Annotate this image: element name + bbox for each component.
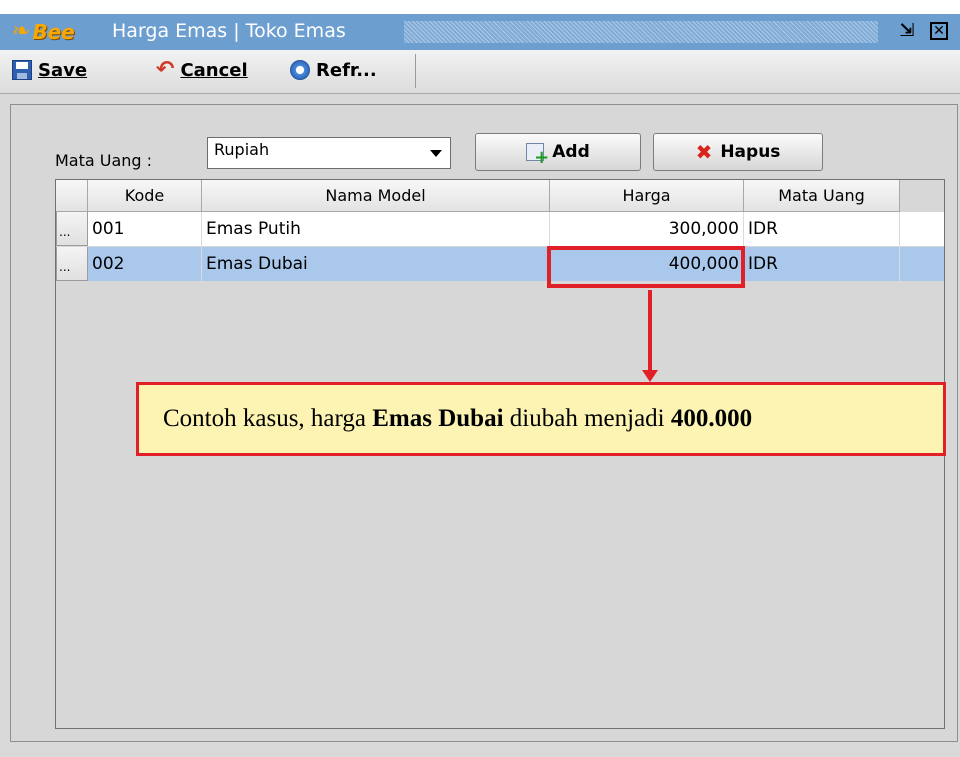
annotation-bold-item: Emas Dubai	[372, 405, 504, 432]
currency-select[interactable]: Rupiah	[207, 137, 451, 169]
callout-arrow-line	[648, 290, 652, 374]
window-title: Harga Emas | Toko Emas	[112, 20, 346, 42]
cell-kode[interactable]: 001	[88, 212, 202, 246]
undo-arrow-icon: ↶	[156, 57, 175, 82]
row-handle[interactable]: ...	[56, 212, 88, 246]
save-button[interactable]: Save	[12, 56, 87, 84]
cell-harga[interactable]: 300,000	[550, 212, 744, 246]
title-drag-area[interactable]	[404, 21, 878, 43]
annotation-callout: Contoh kasus, harga Emas Dubai diubah me…	[136, 382, 946, 456]
column-header-nama-model[interactable]: Nama Model	[202, 180, 550, 212]
cell-nama[interactable]: Emas Dubai	[202, 247, 550, 281]
annotation-middle: diubah menjadi	[509, 405, 665, 432]
annotation-bold-value: 400.000	[670, 405, 753, 432]
toolbar: Save ↶ Cancel Refr...	[0, 50, 960, 94]
chevron-down-icon	[430, 150, 442, 157]
arrow-down-icon	[642, 370, 658, 382]
restore-icon[interactable]: ⇲	[896, 20, 918, 42]
highlight-box	[547, 246, 745, 288]
table-header: Kode Nama Model Harga Mata Uang	[56, 180, 944, 212]
cancel-button[interactable]: ↶ Cancel	[156, 56, 248, 84]
table-row[interactable]: ... 001 Emas Putih 300,000 IDR	[56, 212, 944, 246]
header-corner	[56, 180, 88, 212]
cell-kode[interactable]: 002	[88, 247, 202, 281]
currency-select-value: Rupiah	[214, 140, 270, 159]
delete-icon: ✖	[695, 140, 713, 164]
add-label: Add	[552, 142, 590, 162]
add-button[interactable]: Add	[475, 133, 641, 171]
add-icon	[526, 143, 549, 168]
table-row[interactable]: ... 002 Emas Dubai 400,000 IDR	[56, 247, 944, 281]
column-header-mata-uang[interactable]: Mata Uang	[744, 180, 900, 212]
floppy-disk-icon	[12, 60, 32, 80]
row-handle[interactable]: ...	[56, 247, 88, 281]
cancel-label: Cancel	[180, 59, 248, 81]
refresh-button[interactable]: Refr...	[290, 56, 377, 84]
refresh-icon	[290, 60, 310, 80]
cell-mata-uang[interactable]: IDR	[744, 212, 900, 246]
bee-logo: ❧ Bee	[12, 19, 75, 44]
delete-label: Hapus	[720, 142, 781, 162]
refresh-label: Refr...	[316, 59, 377, 81]
title-bar: ❧ Bee Harga Emas | Toko Emas ⇲ ✕	[0, 14, 960, 50]
cell-mata-uang[interactable]: IDR	[744, 247, 900, 281]
column-header-kode[interactable]: Kode	[88, 180, 202, 212]
save-label: Save	[38, 59, 88, 81]
annotation-prefix: Contoh kasus, harga	[163, 405, 366, 432]
table-empty-area	[56, 282, 944, 728]
cell-nama[interactable]: Emas Putih	[202, 212, 550, 246]
delete-button[interactable]: ✖ Hapus	[653, 133, 823, 171]
currency-label: Mata Uang :	[55, 151, 153, 170]
close-icon[interactable]: ✕	[930, 22, 948, 40]
brand-name: Bee	[32, 20, 75, 44]
column-header-harga[interactable]: Harga	[550, 180, 744, 212]
